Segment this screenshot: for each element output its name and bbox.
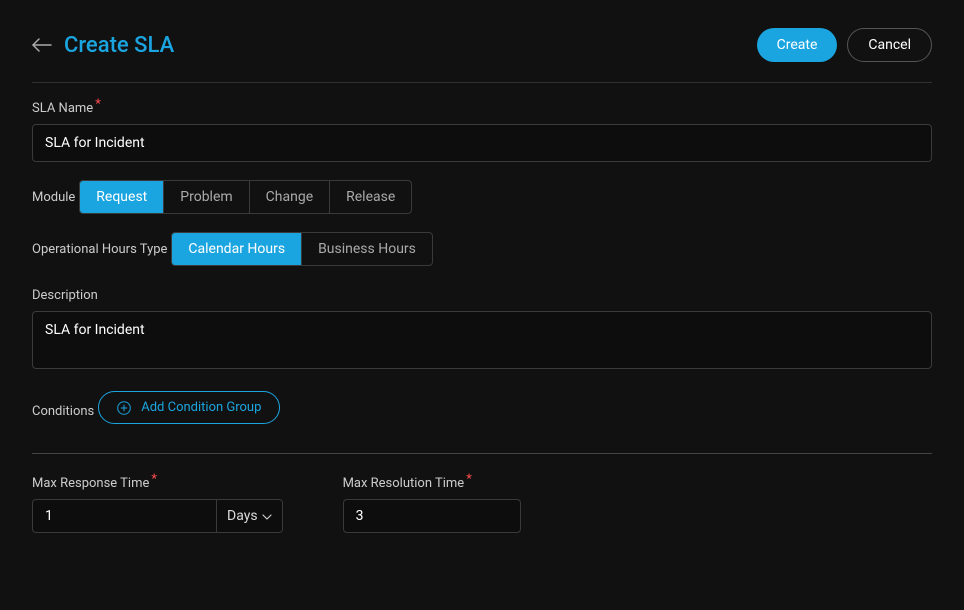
max-response-input[interactable] [32,499,216,533]
ophours-group: Operational Hours Type Calendar Hours Bu… [32,232,932,266]
time-row: Max Response Time* Days Max Resolution T… [32,472,932,533]
module-label: Module [32,190,75,205]
max-resolution-col: Max Resolution Time* [343,472,521,533]
conditions-label: Conditions [32,404,94,419]
max-response-input-group: Days [32,499,283,533]
ophours-label: Operational Hours Type [32,242,167,257]
required-indicator: * [95,97,101,112]
module-option-request[interactable]: Request [80,181,164,213]
chevron-down-icon [262,508,272,524]
header-left: Create SLA [32,33,174,58]
add-condition-label: Add Condition Group [141,400,261,415]
page-header: Create SLA Create Cancel [32,28,932,62]
module-segmented: Request Problem Change Release [79,180,412,214]
required-indicator: * [151,472,157,487]
create-button[interactable]: Create [757,28,838,62]
plus-circle-icon [117,401,131,415]
conditions-group: Conditions Add Condition Group [32,391,932,427]
description-group: Description [32,284,932,373]
max-response-label: Max Response Time [32,476,149,491]
description-input[interactable] [32,311,932,369]
sla-name-group: SLA Name* [32,97,932,162]
header-divider [32,82,932,83]
max-response-unit-select[interactable]: Days [216,499,283,533]
sla-name-input[interactable] [32,124,932,162]
max-response-col: Max Response Time* Days [32,472,283,533]
description-label: Description [32,288,98,303]
header-buttons: Create Cancel [757,28,932,62]
max-response-unit-label: Days [227,508,258,524]
required-indicator: * [466,472,472,487]
cancel-button[interactable]: Cancel [847,28,932,62]
ophours-option-calendar[interactable]: Calendar Hours [172,233,302,265]
section-divider [32,453,932,454]
sla-name-label: SLA Name [32,101,93,116]
back-arrow-icon[interactable] [32,38,52,52]
page-title: Create SLA [64,33,174,58]
ophours-option-business[interactable]: Business Hours [302,233,432,265]
add-condition-group-button[interactable]: Add Condition Group [98,391,280,424]
module-option-change[interactable]: Change [250,181,330,213]
max-resolution-label: Max Resolution Time [343,476,465,491]
module-option-release[interactable]: Release [330,181,411,213]
module-option-problem[interactable]: Problem [164,181,249,213]
max-resolution-input[interactable] [343,499,521,533]
ophours-segmented: Calendar Hours Business Hours [171,232,433,266]
module-group: Module Request Problem Change Release [32,180,932,214]
